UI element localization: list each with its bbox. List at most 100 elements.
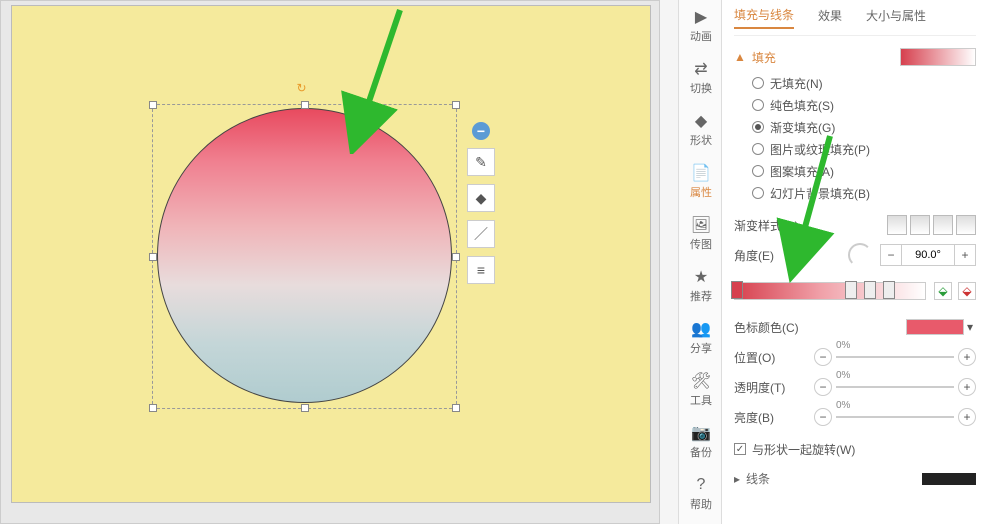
brightness-label: 亮度(B)	[734, 409, 814, 426]
brightness-row: 亮度(B) − 0% +	[734, 402, 976, 432]
resize-handle-bl[interactable]	[149, 404, 157, 412]
fill-option-1[interactable]: 纯色填充(S)	[752, 94, 976, 116]
gradient-stop-4[interactable]	[883, 281, 895, 299]
vtool-备份[interactable]: 📷备份	[679, 416, 723, 468]
add-stop-icon[interactable]: ⬙	[934, 282, 952, 300]
vtool-推荐[interactable]: ★ 推荐	[679, 260, 723, 312]
transparency-decrement-button[interactable]: −	[814, 378, 832, 396]
line-section-label: 线条	[746, 470, 770, 487]
fill-option-0[interactable]: 无填充(N)	[752, 72, 976, 94]
fill-section-header[interactable]: ▲ 填充	[734, 48, 976, 66]
vtool-icon: ?	[692, 476, 710, 494]
resize-handle-b[interactable]	[301, 404, 309, 412]
layers-icon[interactable]: ≡	[467, 256, 495, 284]
tab-1[interactable]: 效果	[818, 7, 842, 28]
vtool-动画[interactable]: ▶ 动画	[679, 0, 723, 52]
transparency-increment-button[interactable]: +	[958, 378, 976, 396]
rotate-handle[interactable]: ↻	[297, 81, 313, 97]
transparency-value: 0%	[836, 370, 850, 381]
radio-icon	[752, 187, 764, 199]
brightness-decrement-button[interactable]: −	[814, 408, 832, 426]
panel-tabs: 填充与线条 效果 大小与属性	[734, 0, 976, 36]
position-slider[interactable]: 0%	[836, 356, 954, 358]
vtool-label: 切换	[690, 80, 712, 96]
vtool-label: 推荐	[690, 288, 712, 304]
vtool-形状[interactable]: ◆ 形状	[679, 104, 723, 156]
resize-handle-r[interactable]	[452, 253, 460, 261]
brightness-increment-button[interactable]: +	[958, 408, 976, 426]
properties-panel: 填充与线条效果大小与属性 ▲ 填充 无填充(N)纯色填充(S)渐变填充(G)图片…	[722, 0, 988, 524]
position-decrement-button[interactable]: −	[814, 348, 832, 366]
vtool-icon: 📄	[692, 164, 710, 182]
line-section-header[interactable]: ▸ 线条	[734, 470, 976, 487]
radio-icon	[752, 99, 764, 111]
position-increment-button[interactable]: +	[958, 348, 976, 366]
vtool-icon: ★	[692, 268, 710, 286]
brightness-slider[interactable]: 0%	[836, 416, 954, 418]
collapse-icon[interactable]: −	[472, 122, 490, 140]
angle-increment-button[interactable]: +	[954, 244, 976, 266]
outline-icon[interactable]: ／	[467, 220, 495, 248]
radio-label: 无填充(N)	[770, 75, 823, 92]
slide[interactable]: ↻ − ✎ ◆ ／ ≡	[11, 5, 651, 503]
vtool-切换[interactable]: ⇄切换	[679, 52, 723, 104]
gradient-preset-1[interactable]	[887, 215, 907, 235]
vtool-icon: ◆	[692, 112, 710, 130]
position-row: 位置(O) − 0% +	[734, 342, 976, 372]
brightness-value: 0%	[836, 400, 850, 411]
rotate-with-shape-label: 与形状一起旋转(W)	[752, 441, 855, 458]
stop-color-label: 色标颜色(C)	[734, 319, 814, 336]
vtool-label: 分享	[690, 340, 712, 356]
edit-icon[interactable]: ✎	[467, 148, 495, 176]
vtool-帮助[interactable]: ?帮助	[679, 468, 723, 520]
radio-label: 纯色填充(S)	[770, 97, 834, 114]
fill-preview-swatch	[900, 48, 976, 66]
radio-icon	[752, 165, 764, 177]
vtool-分享[interactable]: 👥 分享	[679, 312, 723, 364]
floating-toolbar: ✎ ◆ ／ ≡	[467, 148, 495, 292]
radio-icon	[752, 143, 764, 155]
resize-handle-l[interactable]	[149, 253, 157, 261]
vtool-icon: 📷	[692, 424, 710, 442]
gradient-stop-3[interactable]	[864, 281, 876, 299]
tab-2[interactable]: 大小与属性	[866, 7, 926, 28]
rotate-with-shape-checkbox[interactable]: ✓	[734, 443, 746, 455]
line-preview-swatch	[922, 473, 976, 485]
collapse-triangle-icon: ▸	[734, 472, 740, 486]
vtool-属性[interactable]: 📄属性	[679, 156, 723, 208]
gradient-preset-4[interactable]	[956, 215, 976, 235]
stop-color-swatch[interactable]	[906, 319, 964, 335]
transparency-slider[interactable]: 0%	[836, 386, 954, 388]
angle-input[interactable]	[902, 244, 954, 266]
resize-handle-t[interactable]	[301, 101, 309, 109]
vtool-label: 形状	[690, 132, 712, 148]
vtool-icon: ▶	[692, 8, 710, 26]
remove-stop-icon[interactable]: ⬙	[958, 282, 976, 300]
color-dropdown-icon[interactable]: ▾	[964, 320, 976, 334]
vtool-label: 工具	[690, 392, 712, 408]
tab-0[interactable]: 填充与线条	[734, 6, 794, 29]
fill-section-label: 填充	[752, 49, 776, 66]
vertical-toolbar: ▶ 动画 ⇄切换 ◆ 形状 📄属性🖼传图 ★ 推荐 👥 分享 🛠 工具 📷备份?帮助	[678, 0, 722, 524]
resize-handle-br[interactable]	[452, 404, 460, 412]
vtool-工具[interactable]: 🛠 工具	[679, 364, 723, 416]
gradient-stop-1[interactable]	[731, 281, 743, 299]
vtool-label: 动画	[690, 28, 712, 44]
rotate-with-shape-row[interactable]: ✓ 与形状一起旋转(W)	[734, 436, 976, 462]
position-label: 位置(O)	[734, 349, 814, 366]
vtool-label: 传图	[690, 236, 712, 252]
vtool-传图[interactable]: 🖼传图	[679, 208, 723, 260]
annotation-arrow-2	[770, 130, 850, 290]
gradient-preset-3[interactable]	[933, 215, 953, 235]
vtool-icon: 🛠	[692, 372, 710, 390]
expand-triangle-icon: ▲	[734, 50, 746, 64]
gradient-preset-2[interactable]	[910, 215, 930, 235]
stop-color-row: 色标颜色(C) ▾	[734, 312, 976, 342]
angle-decrement-button[interactable]: −	[880, 244, 902, 266]
radio-icon	[752, 77, 764, 89]
resize-handle-tr[interactable]	[452, 101, 460, 109]
angle-dial[interactable]	[848, 243, 872, 267]
resize-handle-tl[interactable]	[149, 101, 157, 109]
vtool-icon: 👥	[692, 320, 710, 338]
fill-icon[interactable]: ◆	[467, 184, 495, 212]
